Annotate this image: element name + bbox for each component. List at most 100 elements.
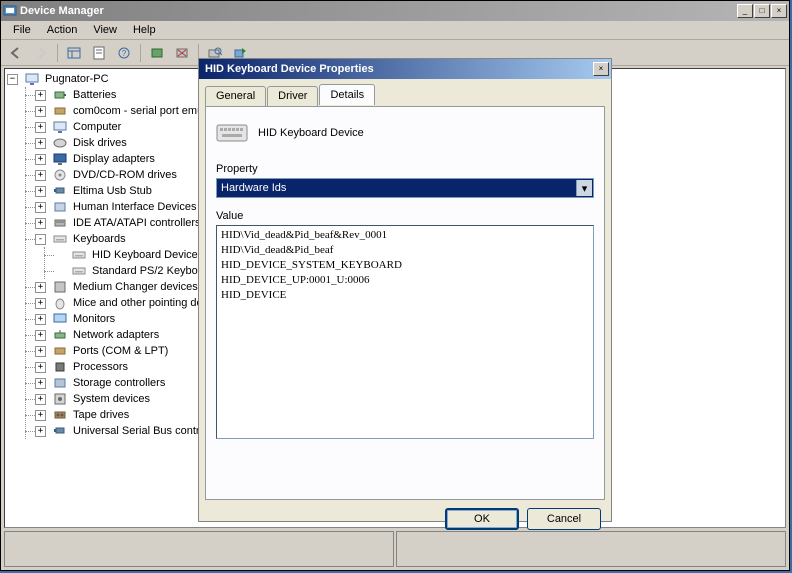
tree-item-label: HID Keyboard Device	[90, 249, 200, 261]
expand-icon[interactable]: +	[35, 138, 46, 149]
expand-icon[interactable]: -	[35, 234, 46, 245]
expand-icon[interactable]: +	[35, 202, 46, 213]
status-cell	[4, 531, 394, 567]
tree-item-label: com0com - serial port emul	[71, 105, 208, 117]
network-icon	[52, 327, 68, 343]
ide-icon	[52, 215, 68, 231]
value-item[interactable]: HID_DEVICE_SYSTEM_KEYBOARD	[221, 258, 589, 273]
dialog-close-button[interactable]: ×	[593, 62, 609, 76]
expand-icon[interactable]: +	[35, 362, 46, 373]
expand-icon[interactable]: +	[35, 170, 46, 181]
tool-back-icon[interactable]	[5, 42, 27, 64]
tree-item-label: Medium Changer devices	[71, 281, 200, 293]
close-button[interactable]: ×	[771, 4, 787, 18]
expand-icon[interactable]: +	[35, 298, 46, 309]
value-listbox[interactable]: HID\Vid_dead&Pid_beaf&Rev_0001HID\Vid_de…	[216, 225, 594, 439]
tree-item-label: Eltima Usb Stub	[71, 185, 154, 197]
menu-help[interactable]: Help	[125, 22, 164, 38]
tree-item-label: Mice and other pointing de	[71, 297, 205, 309]
keyboard-icon	[71, 247, 87, 263]
expand-icon[interactable]: +	[35, 90, 46, 101]
tab-details[interactable]: Details	[319, 84, 375, 105]
app-icon	[3, 4, 17, 18]
chevron-down-icon[interactable]: ▾	[576, 180, 592, 196]
value-label: Value	[216, 210, 594, 222]
medium-icon	[52, 279, 68, 295]
expand-icon[interactable]: +	[35, 426, 46, 437]
separator	[57, 44, 58, 62]
expand-icon[interactable]: +	[35, 314, 46, 325]
expand-icon[interactable]: +	[35, 410, 46, 421]
tree-item-label: Keyboards	[71, 233, 128, 245]
statusbar	[4, 531, 786, 567]
menu-file[interactable]: File	[5, 22, 39, 38]
usb-icon	[52, 423, 68, 439]
property-combobox[interactable]: Hardware Ids ▾	[216, 178, 594, 198]
tool-properties-icon[interactable]	[88, 42, 110, 64]
tree-item-label: Network adapters	[71, 329, 161, 341]
value-item[interactable]: HID\Vid_dead&Pid_beaf&Rev_0001	[221, 228, 589, 243]
tool-update-icon[interactable]	[146, 42, 168, 64]
monitor-icon	[52, 311, 68, 327]
tool-help-icon[interactable]: ?	[113, 42, 135, 64]
cancel-button[interactable]: Cancel	[527, 508, 601, 530]
tab-strip: General Driver Details	[205, 85, 605, 106]
menu-action[interactable]: Action	[39, 22, 86, 38]
ok-button[interactable]: OK	[445, 508, 519, 530]
tool-uninstall-icon[interactable]	[171, 42, 193, 64]
cd-icon	[52, 167, 68, 183]
tab-panel: HID Keyboard Device Property Hardware Id…	[205, 106, 605, 500]
tree-item-label: Tape drives	[71, 409, 131, 421]
tree-item-label: Universal Serial Bus contro	[71, 425, 208, 437]
tree-item-label: System devices	[71, 393, 152, 405]
menu-view[interactable]: View	[85, 22, 125, 38]
tree-item-label: Ports (COM & LPT)	[71, 345, 170, 357]
tree-item-label: Standard PS/2 Keyboa	[90, 265, 206, 277]
keyboard-icon	[71, 263, 87, 279]
main-titlebar[interactable]: Device Manager _ □ ×	[1, 1, 789, 21]
tree-root-label: Pugnator-PC	[43, 73, 111, 85]
tree-item-label: Processors	[71, 361, 130, 373]
minimize-button[interactable]: _	[737, 4, 753, 18]
battery-icon	[52, 87, 68, 103]
expand-icon[interactable]: +	[35, 106, 46, 117]
expand-icon[interactable]: +	[35, 330, 46, 341]
expand-icon[interactable]: +	[35, 218, 46, 229]
tool-view-icon[interactable]	[63, 42, 85, 64]
expand-icon[interactable]: −	[7, 74, 18, 85]
expand-icon[interactable]: +	[35, 282, 46, 293]
value-item[interactable]: HID\Vid_dead&Pid_beaf	[221, 243, 589, 258]
tape-icon	[52, 407, 68, 423]
tab-general[interactable]: General	[205, 86, 266, 107]
value-item[interactable]: HID_DEVICE	[221, 288, 589, 303]
dialog-titlebar[interactable]: HID Keyboard Device Properties ×	[199, 59, 611, 79]
expand-icon[interactable]: +	[35, 122, 46, 133]
status-cell	[396, 531, 786, 567]
tree-item-label: Storage controllers	[71, 377, 167, 389]
maximize-button[interactable]: □	[754, 4, 770, 18]
expand-icon[interactable]: +	[35, 346, 46, 357]
cpu-icon	[52, 359, 68, 375]
tree-item-label: Display adapters	[71, 153, 157, 165]
hid-icon	[52, 199, 68, 215]
tree-item-label: Monitors	[71, 313, 117, 325]
expand-icon[interactable]: +	[35, 186, 46, 197]
tree-item-label: DVD/CD-ROM drives	[71, 169, 179, 181]
keyboard-icon	[52, 231, 68, 247]
port-icon	[52, 343, 68, 359]
storage-icon	[52, 375, 68, 391]
expand-icon[interactable]: +	[35, 378, 46, 389]
property-label: Property	[216, 163, 594, 175]
port-icon	[52, 103, 68, 119]
tree-item-label: Disk drives	[71, 137, 129, 149]
property-selected: Hardware Ids	[221, 182, 286, 194]
expand-icon[interactable]: +	[35, 394, 46, 405]
dialog-title: HID Keyboard Device Properties	[201, 63, 593, 75]
expand-icon[interactable]: +	[35, 154, 46, 165]
tool-forward-icon[interactable]	[30, 42, 52, 64]
value-item[interactable]: HID_DEVICE_UP:0001_U:0006	[221, 273, 589, 288]
tree-item-label: Computer	[71, 121, 123, 133]
tab-driver[interactable]: Driver	[267, 86, 318, 107]
keyboard-icon	[216, 117, 248, 149]
disk-icon	[52, 135, 68, 151]
